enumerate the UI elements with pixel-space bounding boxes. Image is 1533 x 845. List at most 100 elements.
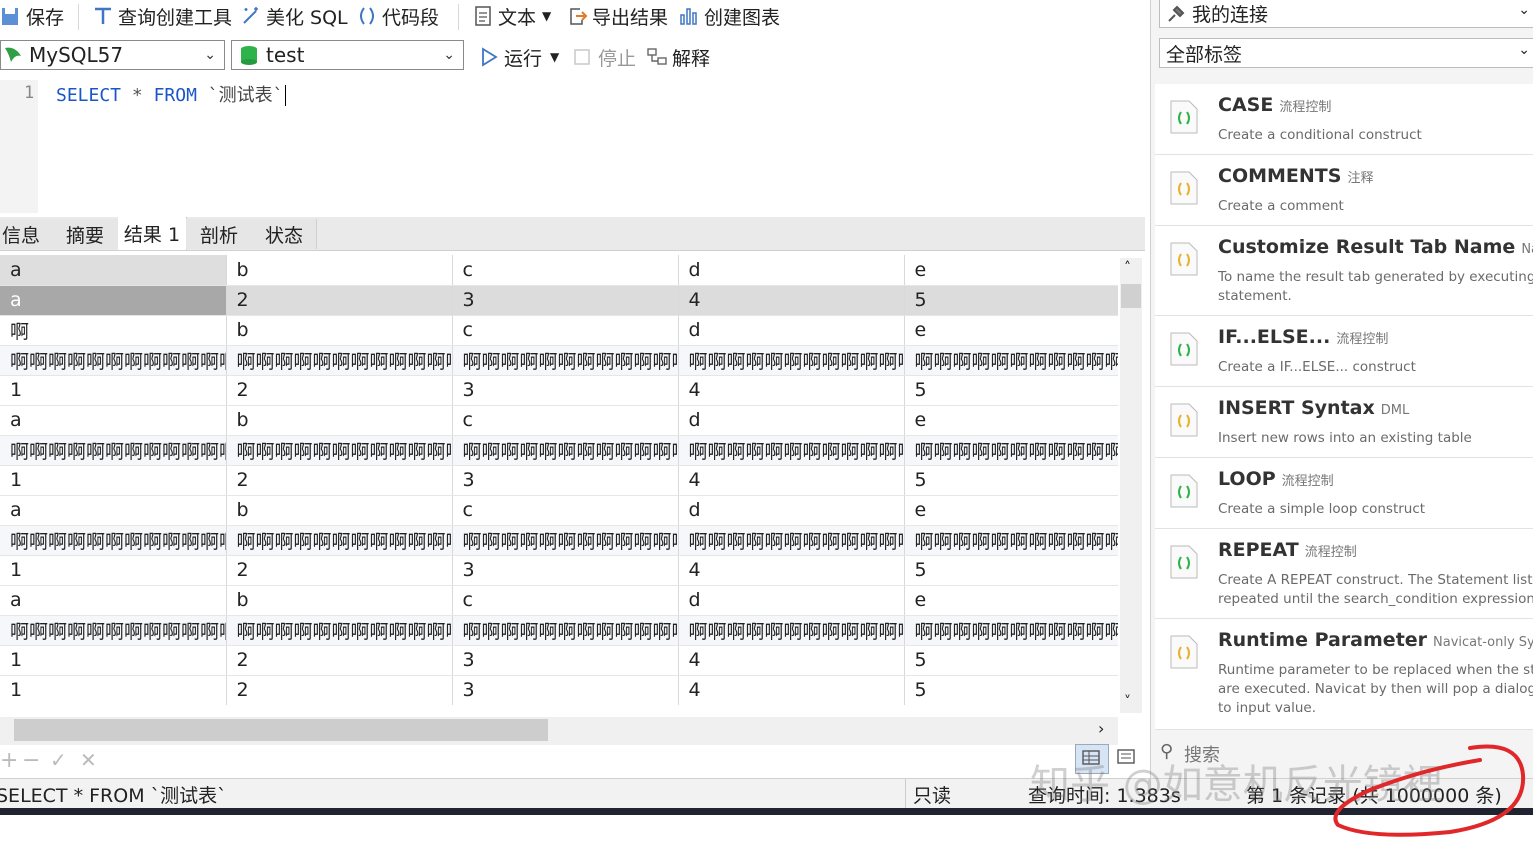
table-cell[interactable]: 啊啊啊啊啊啊啊啊啊啊啊啊啊 bbox=[678, 525, 905, 556]
table-cell[interactable]: 5 bbox=[904, 285, 1118, 316]
connection-select[interactable]: MySQL57 ⌄ bbox=[0, 40, 225, 70]
tab-result-1[interactable]: 结果 1 bbox=[118, 217, 187, 250]
table-row[interactable]: a2345 bbox=[0, 285, 1118, 316]
table-cell[interactable]: 3 bbox=[452, 375, 679, 406]
vertical-scroll-thumb[interactable] bbox=[1121, 284, 1141, 308]
tab-summary[interactable]: 摘要 bbox=[52, 219, 119, 249]
table-cell[interactable]: 啊啊啊啊啊啊啊啊啊啊啊啊啊 bbox=[904, 345, 1118, 376]
table-cell[interactable]: 5 bbox=[904, 645, 1118, 676]
horizontal-scrollbar[interactable]: › bbox=[0, 717, 1118, 745]
table-cell[interactable]: 1 bbox=[0, 555, 227, 586]
table-cell[interactable]: a bbox=[0, 285, 227, 316]
my-connection-select[interactable]: 我的连接 ⌄ bbox=[1159, 0, 1533, 28]
column-header[interactable]: d bbox=[678, 255, 905, 286]
table-row[interactable]: 12345 bbox=[0, 375, 1118, 406]
result-grid[interactable]: a b c d e a 2 3 4 5 啊 b c d e 啊啊啊啊啊啊啊啊啊啊啊 啊啊啊啊啊啊啊啊啊啊啊 啊啊啊… bbox=[0, 255, 1118, 705]
table-cell[interactable]: 5 bbox=[904, 375, 1118, 406]
table-cell[interactable]: 3 bbox=[452, 645, 679, 676]
table-cell[interactable]: 啊啊啊啊啊啊啊啊啊啊啊啊啊 bbox=[452, 435, 679, 466]
run-button[interactable]: 运行 ▼ bbox=[478, 43, 559, 71]
table-row[interactable]: 啊啊啊啊啊啊啊啊啊啊啊 啊啊啊啊啊啊啊啊啊啊啊 啊啊啊啊啊啊啊啊啊啊啊 啊啊啊啊啊啊啊… bbox=[0, 435, 1118, 466]
table-row[interactable]: 啊啊啊啊啊啊啊啊啊啊啊 啊啊啊啊啊啊啊啊啊啊啊 啊啊啊啊啊啊啊啊啊啊啊 啊啊啊啊啊啊啊… bbox=[0, 525, 1118, 556]
sql-editor[interactable]: 1 SELECT * FROM `测试表` bbox=[0, 80, 1145, 213]
table-row[interactable]: 12345 bbox=[0, 645, 1118, 676]
table-cell[interactable]: 2 bbox=[226, 555, 453, 586]
table-row[interactable]: abcde bbox=[0, 495, 1118, 526]
table-cell[interactable]: c bbox=[452, 585, 679, 616]
table-cell[interactable]: 啊啊啊啊啊啊啊啊啊啊啊啊啊 bbox=[452, 345, 679, 376]
snippet-item[interactable]: REPEAT 流程控制 Create A REPEAT construct. The… bbox=[1155, 529, 1533, 619]
table-cell[interactable]: 1 bbox=[0, 675, 227, 705]
table-cell[interactable]: 3 bbox=[452, 555, 679, 586]
sql-code-line[interactable]: SELECT * FROM `测试表` bbox=[56, 81, 298, 107]
table-cell[interactable]: b bbox=[226, 405, 453, 436]
save-button[interactable]: 保存 bbox=[0, 2, 64, 30]
table-cell[interactable]: e bbox=[904, 495, 1118, 526]
table-cell[interactable]: 啊啊啊啊啊啊啊啊啊啊啊啊啊 bbox=[226, 615, 453, 646]
table-cell[interactable]: 1 bbox=[0, 645, 227, 676]
table-cell[interactable]: 5 bbox=[904, 675, 1118, 705]
snippet-item[interactable]: CASE 流程控制 Create a conditional construct bbox=[1155, 84, 1533, 155]
snippet-item[interactable]: COMMENTS 注释 Create a comment bbox=[1155, 155, 1533, 226]
snippet-item[interactable]: IF...ELSE... 流程控制 Create a IF...ELSE... co… bbox=[1155, 316, 1533, 387]
table-cell[interactable]: 啊啊啊啊啊啊啊啊啊啊啊啊啊 bbox=[678, 435, 905, 466]
table-cell[interactable]: 啊啊啊啊啊啊啊啊啊啊啊啊啊 bbox=[452, 525, 679, 556]
table-row[interactable]: 啊啊啊啊啊啊啊啊啊啊啊 啊啊啊啊啊啊啊啊啊啊啊 啊啊啊啊啊啊啊啊啊啊啊 啊啊啊啊啊啊啊… bbox=[0, 615, 1118, 646]
table-cell[interactable]: 啊啊啊啊啊啊啊啊啊啊啊啊啊 bbox=[904, 615, 1118, 646]
column-header[interactable]: e bbox=[904, 255, 1118, 286]
table-cell[interactable]: 2 bbox=[226, 285, 453, 316]
table-cell[interactable]: c bbox=[452, 315, 679, 346]
column-header[interactable]: b bbox=[226, 255, 453, 286]
table-cell[interactable]: d bbox=[678, 585, 905, 616]
table-cell[interactable]: e bbox=[904, 585, 1118, 616]
table-cell[interactable]: a bbox=[0, 585, 227, 616]
table-cell[interactable]: 啊啊啊啊啊啊啊啊啊啊啊啊啊 bbox=[678, 615, 905, 646]
stop-button[interactable]: 停止 bbox=[572, 43, 636, 71]
table-cell[interactable]: 啊啊啊啊啊啊啊啊啊啊啊啊啊 bbox=[452, 615, 679, 646]
table-cell[interactable]: 2 bbox=[226, 465, 453, 496]
table-cell[interactable]: 3 bbox=[452, 675, 679, 705]
table-cell[interactable]: 啊啊啊啊啊啊啊啊啊啊啊啊啊 bbox=[226, 435, 453, 466]
table-cell[interactable]: 啊啊啊啊啊啊啊啊啊啊啊啊啊 bbox=[0, 345, 227, 376]
text-mode-button[interactable]: 文本 ▼ bbox=[472, 2, 551, 30]
table-cell[interactable]: 啊 bbox=[0, 315, 227, 346]
table-cell[interactable]: 啊啊啊啊啊啊啊啊啊啊啊啊啊 bbox=[904, 525, 1118, 556]
table-cell[interactable]: c bbox=[452, 495, 679, 526]
tab-profile[interactable]: 剖析 bbox=[186, 219, 253, 249]
table-row[interactable]: 啊bcde bbox=[0, 315, 1118, 346]
scroll-down-icon[interactable]: ˅ bbox=[1124, 694, 1131, 710]
table-cell[interactable]: b bbox=[226, 495, 453, 526]
scroll-up-icon[interactable]: ˄ bbox=[1124, 260, 1131, 276]
table-cell[interactable]: a bbox=[0, 405, 227, 436]
table-cell[interactable]: 2 bbox=[226, 675, 453, 705]
table-cell[interactable]: 啊啊啊啊啊啊啊啊啊啊啊啊啊 bbox=[904, 435, 1118, 466]
database-select[interactable]: test ⌄ bbox=[231, 40, 464, 70]
beautify-sql-button[interactable]: 美化 SQL bbox=[240, 2, 348, 30]
delete-record-icon[interactable]: − bbox=[22, 748, 40, 773]
snippet-item[interactable]: INSERT Syntax DML Insert new rows into an … bbox=[1155, 387, 1533, 458]
create-chart-button[interactable]: 创建图表 bbox=[678, 2, 780, 30]
table-cell[interactable]: e bbox=[904, 405, 1118, 436]
table-cell[interactable]: 2 bbox=[226, 645, 453, 676]
table-cell[interactable]: 啊啊啊啊啊啊啊啊啊啊啊啊啊 bbox=[0, 525, 227, 556]
apply-icon[interactable]: ✓ bbox=[50, 748, 67, 772]
scroll-right-icon[interactable]: › bbox=[1098, 719, 1104, 738]
table-cell[interactable]: 5 bbox=[904, 465, 1118, 496]
tab-status[interactable]: 状态 bbox=[252, 219, 317, 249]
table-cell[interactable]: d bbox=[678, 315, 905, 346]
vertical-scrollbar[interactable]: ˄ ˅ bbox=[1120, 258, 1142, 713]
table-cell[interactable]: c bbox=[452, 405, 679, 436]
table-cell[interactable]: 4 bbox=[678, 465, 905, 496]
table-cell[interactable]: 4 bbox=[678, 675, 905, 705]
export-result-button[interactable]: 导出结果 bbox=[566, 2, 668, 30]
table-cell[interactable]: b bbox=[226, 315, 453, 346]
table-cell[interactable]: 啊啊啊啊啊啊啊啊啊啊啊啊啊 bbox=[0, 435, 227, 466]
horizontal-scroll-thumb[interactable] bbox=[14, 719, 548, 741]
table-cell[interactable]: 1 bbox=[0, 375, 227, 406]
table-cell[interactable]: 啊啊啊啊啊啊啊啊啊啊啊啊啊 bbox=[678, 345, 905, 376]
snippet-item[interactable]: Runtime ParameterNavicat-only Syntax Runt… bbox=[1155, 619, 1533, 730]
table-cell[interactable]: d bbox=[678, 405, 905, 436]
table-cell[interactable]: 啊啊啊啊啊啊啊啊啊啊啊啊啊 bbox=[226, 525, 453, 556]
table-cell[interactable]: 啊啊啊啊啊啊啊啊啊啊啊啊啊 bbox=[0, 615, 227, 646]
table-cell[interactable]: 4 bbox=[678, 645, 905, 676]
